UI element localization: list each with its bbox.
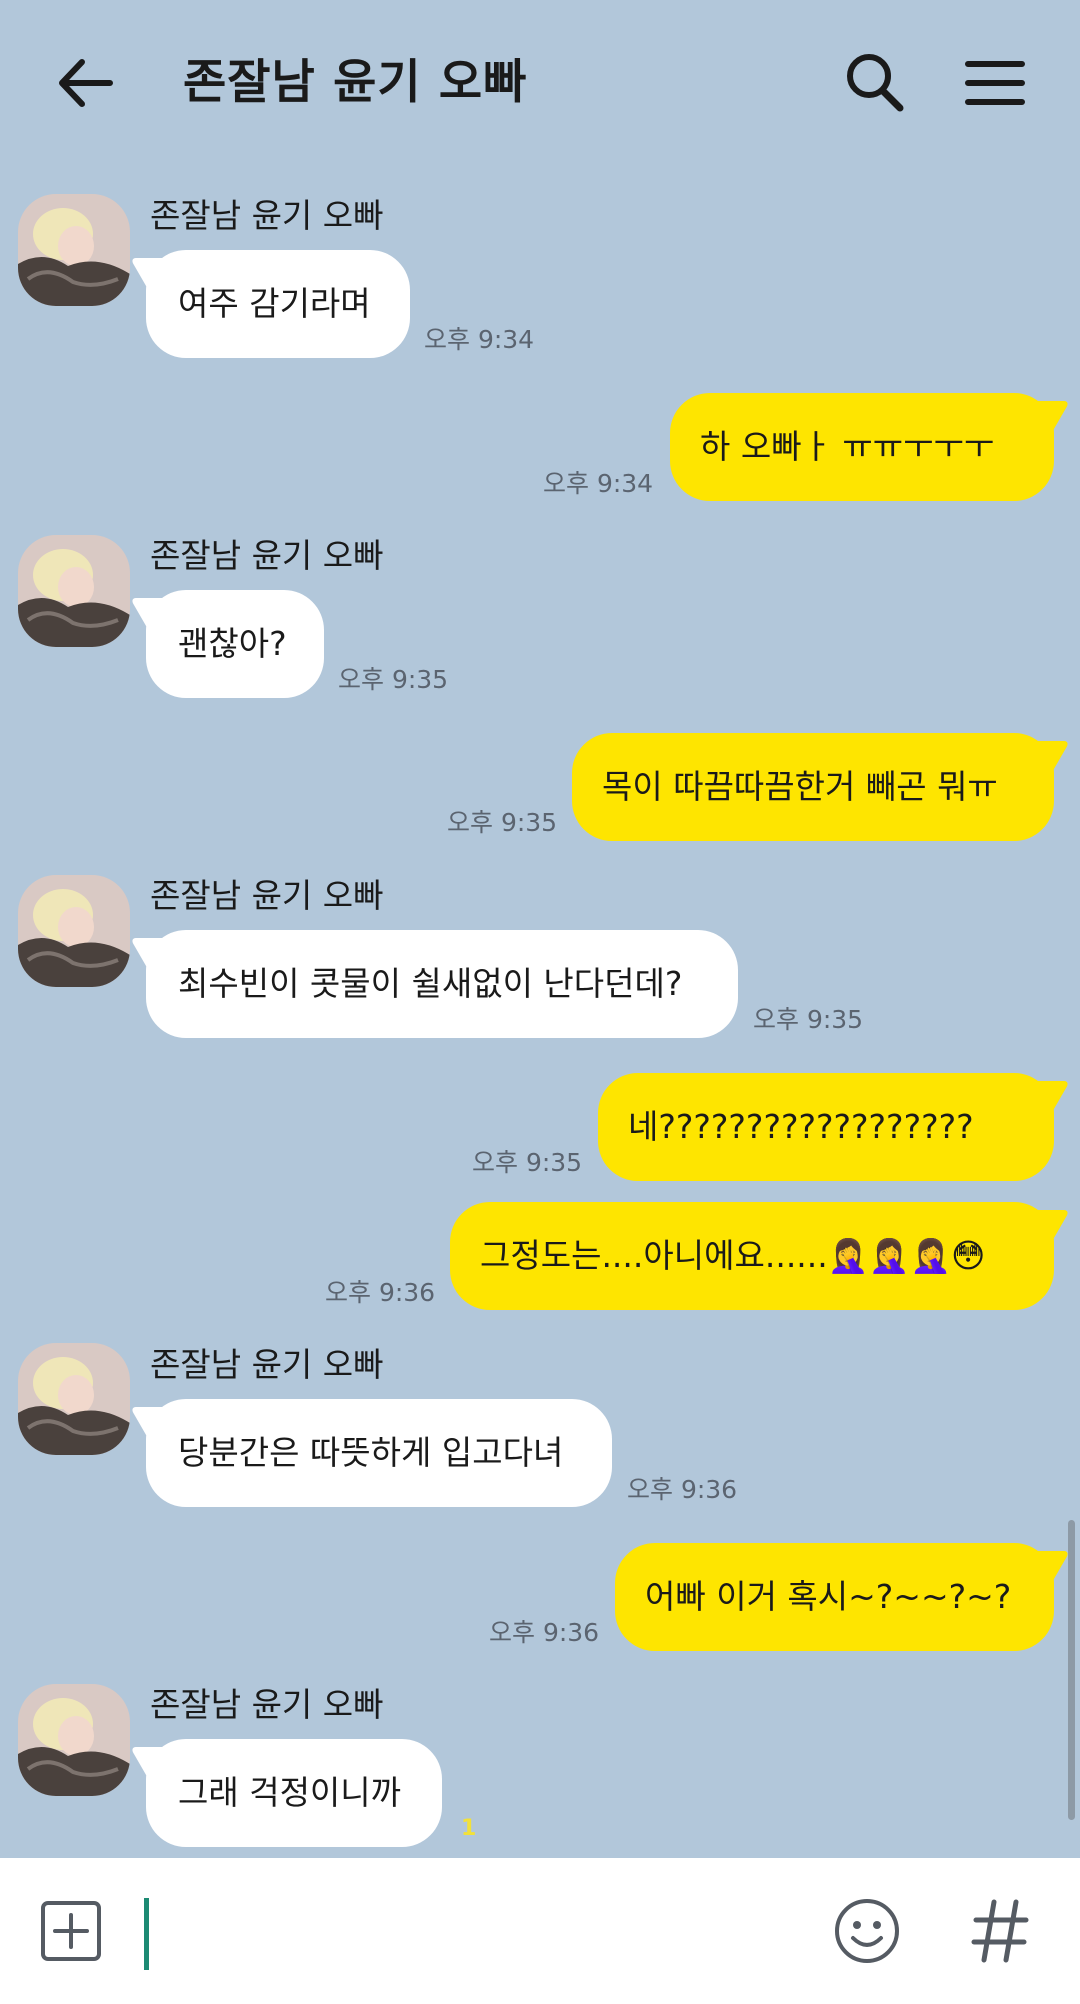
message-input[interactable]: [160, 1894, 804, 1972]
smiley-icon: [835, 1899, 899, 1963]
sender-name: 존잘남 윤기 오빠: [150, 536, 384, 575]
avatar[interactable]: [18, 1343, 130, 1455]
avatar[interactable]: [18, 535, 130, 647]
message-time: 오후 9:35: [338, 665, 449, 694]
message-bubble[interactable]: 당분간은 따뜻하게 입고다녀: [146, 1399, 612, 1507]
plus-square-icon: [41, 1901, 101, 1961]
avatar[interactable]: [18, 194, 130, 306]
emoji-button[interactable]: [832, 1896, 902, 1966]
message-time: 오후 9:34: [424, 325, 535, 354]
sender-name: 존잘남 윤기 오빠: [150, 1685, 384, 1724]
chat-header: 존잘남 윤기 오빠: [0, 0, 1080, 170]
hashtag-icon: [971, 1899, 1029, 1963]
sender-name: 존잘남 윤기 오빠: [150, 196, 384, 235]
hamburger-menu-icon: [965, 61, 1025, 105]
unread-count: 1: [461, 1816, 477, 1841]
avatar[interactable]: [18, 1684, 130, 1796]
avatar[interactable]: [18, 875, 130, 987]
add-attachment-button[interactable]: [40, 1900, 102, 1962]
message-time: 오후 9:35: [447, 808, 558, 837]
message-time: 오후 9:34: [543, 469, 654, 498]
message-time: 오후 9:35: [472, 1148, 583, 1177]
hashtag-button[interactable]: [970, 1894, 1030, 1968]
message-bubble[interactable]: 네??????????????????: [598, 1073, 1054, 1181]
message-input-bar: [0, 1858, 1080, 2004]
arrow-left-icon: [59, 59, 113, 107]
text-cursor: [144, 1898, 149, 1970]
menu-button[interactable]: [960, 48, 1030, 118]
sender-name: 존잘남 윤기 오빠: [150, 1345, 384, 1384]
message-bubble[interactable]: 괜찮아?: [146, 590, 324, 698]
chat-title: 존잘남 윤기 오빠: [183, 55, 528, 110]
scrollbar[interactable]: [1068, 1520, 1075, 1820]
message-time: 오후 9:36: [489, 1618, 600, 1647]
message-bubble[interactable]: 그정도는....아니에요......🤦‍♀️🤦‍♀️🤦‍♀️😳: [450, 1202, 1054, 1310]
message-time: 오후 9:36: [325, 1278, 436, 1307]
search-button[interactable]: [840, 48, 910, 118]
message-bubble[interactable]: 여주 감기라며: [146, 250, 410, 358]
message-bubble[interactable]: 그래 걱정이니까: [146, 1739, 442, 1847]
message-bubble[interactable]: 어빠 이거 혹시~?~~?~?: [615, 1543, 1054, 1651]
message-bubble[interactable]: 목이 따끔따끔한거 빼곤 뭐ㅠ: [572, 733, 1054, 841]
message-bubble[interactable]: 하 오빠ㅏ ㅠㅠㅜㅜㅜ: [670, 393, 1054, 501]
search-icon: [847, 54, 904, 112]
message-time: 오후 9:35: [753, 1005, 864, 1034]
sender-name: 존잘남 윤기 오빠: [150, 876, 384, 915]
message-time: 오후 9:36: [627, 1475, 738, 1504]
message-bubble[interactable]: 최수빈이 콧물이 쉴새없이 난다던데?: [146, 930, 738, 1038]
back-button[interactable]: [52, 48, 122, 118]
